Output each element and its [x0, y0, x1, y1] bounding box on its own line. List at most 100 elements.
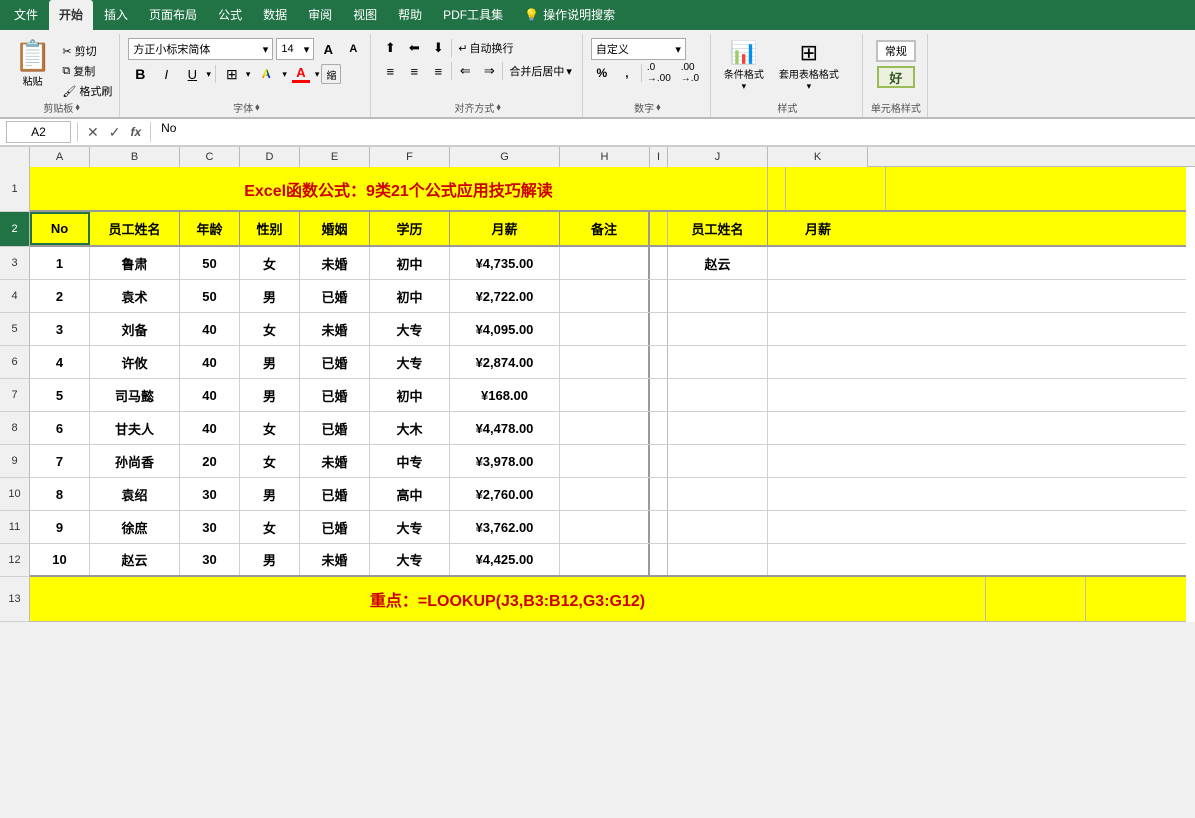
- cell-b7[interactable]: 司马懿: [90, 379, 180, 411]
- cell-b10[interactable]: 袁绍: [90, 478, 180, 510]
- cell-c5[interactable]: 40: [180, 313, 240, 345]
- cell-c3[interactable]: 50: [180, 247, 240, 279]
- confirm-formula-button[interactable]: ✓: [106, 124, 124, 141]
- cell-i5[interactable]: [650, 313, 668, 345]
- cell-i12[interactable]: [650, 544, 668, 575]
- cell-i3[interactable]: [650, 247, 668, 279]
- cell-d10[interactable]: 男: [240, 478, 300, 510]
- cell-i11[interactable]: [650, 511, 668, 543]
- normal-style-box[interactable]: 常规: [876, 40, 916, 62]
- fill-chevron[interactable]: ▾: [282, 69, 287, 80]
- tab-view[interactable]: 视图: [343, 0, 387, 30]
- cell-f7[interactable]: 初中: [370, 379, 450, 411]
- cell-f9[interactable]: 中专: [370, 445, 450, 477]
- font-expand-icon[interactable]: ⬧: [255, 102, 260, 113]
- cell-g12[interactable]: ¥4,425.00: [450, 544, 560, 575]
- cell-e8[interactable]: 已婚: [300, 412, 370, 444]
- cell-j10[interactable]: [668, 478, 768, 510]
- font-size-dropdown[interactable]: 14 ▾: [276, 38, 314, 60]
- cell-c2[interactable]: 年龄: [180, 212, 240, 245]
- number-expand-icon[interactable]: ⬧: [656, 102, 661, 113]
- cell-k1[interactable]: [886, 167, 986, 210]
- cell-k13[interactable]: [1086, 577, 1186, 621]
- italic-button[interactable]: I: [154, 63, 178, 85]
- cell-g2[interactable]: 月薪: [450, 212, 560, 245]
- cell-h10[interactable]: [560, 478, 650, 510]
- cell-e10[interactable]: 已婚: [300, 478, 370, 510]
- cell-e4[interactable]: 已婚: [300, 280, 370, 312]
- cell-f8[interactable]: 大木: [370, 412, 450, 444]
- cell-h4[interactable]: [560, 280, 650, 312]
- thousands-button[interactable]: ,: [616, 63, 638, 83]
- cell-d9[interactable]: 女: [240, 445, 300, 477]
- cell-i4[interactable]: [650, 280, 668, 312]
- cell-d11[interactable]: 女: [240, 511, 300, 543]
- cell-g5[interactable]: ¥4,095.00: [450, 313, 560, 345]
- percent-button[interactable]: %: [591, 63, 613, 83]
- cell-k7[interactable]: [768, 379, 868, 411]
- cell-j1[interactable]: [786, 167, 886, 210]
- row-header-10[interactable]: 10: [0, 478, 30, 511]
- cell-f10[interactable]: 高中: [370, 478, 450, 510]
- clipboard-expand-icon[interactable]: ⬧: [75, 102, 80, 113]
- cell-g8[interactable]: ¥4,478.00: [450, 412, 560, 444]
- special-char-button[interactable]: 縮: [321, 64, 341, 84]
- cell-e9[interactable]: 未婚: [300, 445, 370, 477]
- cell-k5[interactable]: [768, 313, 868, 345]
- row-header-9[interactable]: 9: [0, 445, 30, 478]
- cell-a10[interactable]: 8: [30, 478, 90, 510]
- cell-a12[interactable]: 10: [30, 544, 90, 575]
- cell-j12[interactable]: [668, 544, 768, 575]
- tab-pdf[interactable]: PDF工具集: [433, 0, 513, 30]
- cell-b4[interactable]: 袁术: [90, 280, 180, 312]
- cell-d8[interactable]: 女: [240, 412, 300, 444]
- bottom-align-button[interactable]: ⬇: [427, 38, 449, 58]
- row-header-8[interactable]: 8: [0, 412, 30, 445]
- cell-a8[interactable]: 6: [30, 412, 90, 444]
- cell-j2[interactable]: 员工姓名: [668, 212, 768, 245]
- row-header-1[interactable]: 1: [0, 167, 30, 212]
- cell-c12[interactable]: 30: [180, 544, 240, 575]
- col-header-b[interactable]: B: [90, 147, 180, 167]
- cell-c4[interactable]: 50: [180, 280, 240, 312]
- decrease-decimal-button[interactable]: .00→.0: [676, 63, 704, 83]
- row-header-4[interactable]: 4: [0, 280, 30, 313]
- cell-f11[interactable]: 大专: [370, 511, 450, 543]
- copy-button[interactable]: ⧉ 复制: [59, 62, 115, 80]
- indent-decrease-button[interactable]: ⇐: [454, 61, 476, 81]
- cell-k10[interactable]: [768, 478, 868, 510]
- cell-a6[interactable]: 4: [30, 346, 90, 378]
- cell-k4[interactable]: [768, 280, 868, 312]
- row-header-11[interactable]: 11: [0, 511, 30, 544]
- cell-reference-box[interactable]: A2: [6, 121, 71, 143]
- cell-i6[interactable]: [650, 346, 668, 378]
- col-header-f[interactable]: F: [370, 147, 450, 167]
- indent-increase-button[interactable]: ⇒: [478, 61, 500, 81]
- cell-i2[interactable]: [650, 212, 668, 245]
- row-header-7[interactable]: 7: [0, 379, 30, 412]
- col-header-d[interactable]: D: [240, 147, 300, 167]
- increase-decimal-button[interactable]: .0→.00: [645, 63, 673, 83]
- cell-j13[interactable]: [986, 577, 1086, 621]
- underline-chevron[interactable]: ▾: [206, 69, 211, 80]
- cell-k9[interactable]: [768, 445, 868, 477]
- cell-i10[interactable]: [650, 478, 668, 510]
- cell-j6[interactable]: [668, 346, 768, 378]
- cell-a4[interactable]: 2: [30, 280, 90, 312]
- merge-center-button[interactable]: 合并后居中 ▾: [505, 62, 576, 80]
- cell-c7[interactable]: 40: [180, 379, 240, 411]
- col-header-e[interactable]: E: [300, 147, 370, 167]
- cell-a9[interactable]: 7: [30, 445, 90, 477]
- conditional-format-button[interactable]: 📊 条件格式 ▾: [719, 38, 769, 94]
- cell-a3[interactable]: 1: [30, 247, 90, 279]
- cell-b5[interactable]: 刘备: [90, 313, 180, 345]
- cell-f12[interactable]: 大专: [370, 544, 450, 575]
- tab-home[interactable]: 开始: [49, 0, 93, 30]
- cell-d3[interactable]: 女: [240, 247, 300, 279]
- cell-i9[interactable]: [650, 445, 668, 477]
- row-header-3[interactable]: 3: [0, 247, 30, 280]
- increase-font-button[interactable]: A: [317, 38, 339, 60]
- cell-e11[interactable]: 已婚: [300, 511, 370, 543]
- cell-j8[interactable]: [668, 412, 768, 444]
- cell-a11[interactable]: 9: [30, 511, 90, 543]
